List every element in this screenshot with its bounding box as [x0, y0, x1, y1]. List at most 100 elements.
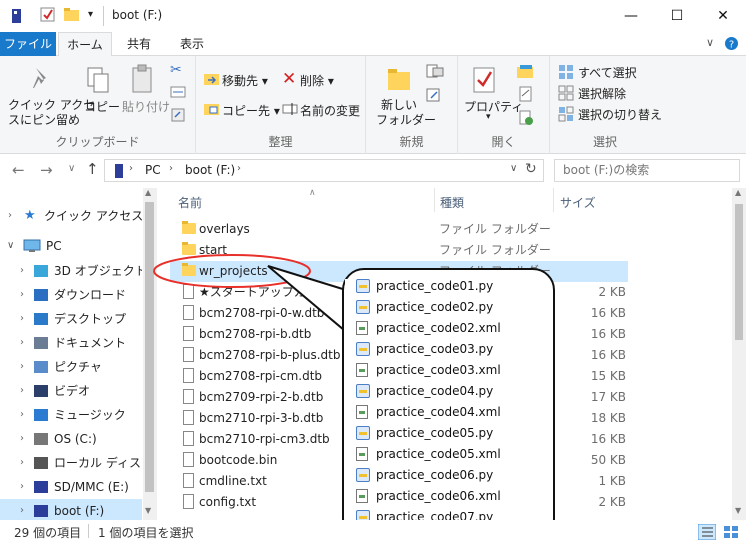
new-folder-button[interactable]: 新しい フォルダー [376, 98, 436, 128]
nav-item[interactable]: › ピクチャ [0, 355, 142, 379]
copy-button[interactable]: コピー [84, 98, 120, 115]
collapse-chevron-icon[interactable]: ∨ [7, 234, 14, 258]
expand-chevron-icon[interactable]: › [20, 475, 24, 499]
nav-item[interactable]: › 3D オブジェクト [0, 259, 142, 283]
cut-icon[interactable]: ✂ [170, 62, 182, 78]
easy-access-icon[interactable] [426, 88, 444, 102]
tab-share[interactable]: 共有 [114, 32, 164, 56]
move-to-icon[interactable] [204, 72, 220, 86]
address-box[interactable]: › PC › boot (F:) › ∨ ↻ [104, 159, 544, 182]
nav-quick-access[interactable]: › ★ クイック アクセス [0, 204, 142, 228]
expand-chevron-icon[interactable]: › [20, 403, 24, 427]
expand-chevron-icon[interactable]: › [20, 283, 24, 307]
nav-item-label: デスクトップ [54, 312, 127, 326]
delete-button[interactable]: 削除 ▾ [300, 72, 334, 89]
nav-item[interactable]: › OS (C:) [0, 427, 142, 451]
properties-button[interactable]: プロパティ [464, 98, 523, 115]
properties-quick-icon[interactable] [40, 7, 56, 23]
paste-icon[interactable] [130, 64, 156, 94]
quick-access-toolbar-dropdown-icon[interactable]: ▾ [88, 9, 93, 20]
new-item-icon[interactable] [426, 64, 446, 78]
paste-shortcut-icon[interactable] [171, 108, 185, 122]
nav-scrollbar[interactable]: ▲ ▼ [143, 188, 156, 520]
edit-icon[interactable] [518, 86, 534, 102]
delete-icon[interactable]: ✕ [282, 69, 296, 89]
new-folder-icon[interactable] [386, 66, 414, 94]
up-arrow-icon[interactable]: ↑ [86, 160, 99, 178]
python-file-icon [356, 300, 370, 314]
expand-chevron-icon[interactable]: › [20, 259, 24, 283]
paste-button[interactable]: 貼り付け [122, 98, 170, 115]
properties-dropdown-icon[interactable]: ▾ [486, 112, 491, 122]
address-dropdown-icon[interactable]: ∨ [510, 163, 517, 174]
maximize-button[interactable]: ☐ [654, 0, 700, 32]
collapse-ribbon-icon[interactable]: ∨ [706, 36, 714, 49]
breadcrumb-drive[interactable]: boot (F:) [185, 163, 235, 177]
back-arrow-icon[interactable]: ← [12, 161, 25, 179]
nav-item[interactable]: › デスクトップ [0, 307, 142, 331]
expand-chevron-icon[interactable]: › [20, 451, 24, 475]
rename-button[interactable]: 名前の変更 [300, 102, 360, 119]
nav-item[interactable]: › ローカル ディスク (D [0, 451, 142, 475]
recent-locations-dropdown-icon[interactable]: ∨ [68, 163, 75, 174]
file-row[interactable]: overlays ファイル フォルダー [170, 219, 628, 240]
scroll-up-icon[interactable]: ▲ [735, 188, 741, 197]
sort-indicator-icon: ∧ [309, 188, 316, 198]
forward-arrow-icon[interactable]: → [40, 161, 53, 179]
expand-chevron-icon[interactable]: › [20, 331, 24, 355]
pin-icon[interactable] [30, 66, 52, 92]
nav-item[interactable]: › ミュージック [0, 403, 142, 427]
tab-view[interactable]: 表示 [166, 32, 218, 56]
expand-chevron-icon[interactable]: › [8, 204, 12, 228]
nav-item[interactable]: › SD/MMC (E:) [0, 475, 142, 499]
expand-chevron-icon[interactable]: › [20, 355, 24, 379]
move-to-button[interactable]: 移動先 ▾ [222, 72, 268, 89]
expand-chevron-icon[interactable]: › [20, 379, 24, 403]
nav-item[interactable]: › ビデオ [0, 379, 142, 403]
pin-to-quick-access-button[interactable]: クイック アクセ スにピン留め [8, 98, 95, 128]
properties-icon[interactable] [472, 66, 498, 96]
nav-item[interactable]: › ダウンロード [0, 283, 142, 307]
refresh-icon[interactable]: ↻ [525, 161, 537, 177]
column-divider[interactable] [434, 188, 435, 212]
scroll-up-icon[interactable]: ▲ [145, 188, 151, 197]
column-divider[interactable] [553, 188, 554, 212]
help-icon[interactable]: ? [724, 36, 739, 51]
column-header-type[interactable]: 種類 [440, 194, 464, 211]
copy-to-icon[interactable] [204, 102, 220, 116]
downloads-icon [34, 289, 48, 301]
pane-divider[interactable] [156, 188, 157, 520]
column-header-name[interactable]: 名前 [178, 194, 202, 211]
select-all-button[interactable]: すべて選択 [578, 64, 637, 81]
breadcrumb-pc[interactable]: PC [145, 163, 161, 177]
select-none-icon[interactable] [558, 85, 574, 101]
select-all-icon[interactable] [558, 64, 574, 80]
open-icon[interactable] [516, 64, 536, 80]
details-view-icon[interactable] [698, 524, 716, 540]
history-icon[interactable] [518, 110, 534, 126]
copy-icon[interactable] [86, 66, 110, 94]
tab-file[interactable]: ファイル [0, 32, 56, 56]
scroll-down-icon[interactable]: ▼ [735, 506, 741, 515]
select-none-button[interactable]: 選択解除 [578, 85, 626, 102]
copy-path-icon[interactable] [170, 86, 186, 98]
nav-item[interactable]: › ドキュメント [0, 331, 142, 355]
file-list-scrollbar[interactable]: ▲ ▼ [732, 188, 746, 520]
tab-home[interactable]: ホーム [58, 32, 112, 57]
nav-scrollbar-thumb[interactable] [145, 202, 154, 492]
large-icons-view-icon[interactable] [722, 524, 740, 540]
column-header-size[interactable]: サイズ [560, 194, 596, 211]
copy-to-button[interactable]: コピー先 ▾ [222, 102, 280, 119]
scroll-down-icon[interactable]: ▼ [145, 506, 151, 515]
new-folder-quick-icon[interactable] [64, 8, 80, 22]
search-input[interactable]: boot (F:)の検索 [554, 159, 740, 182]
minimize-button[interactable]: — [608, 0, 654, 32]
rename-icon[interactable] [282, 103, 298, 115]
close-button[interactable]: ✕ [700, 0, 746, 32]
invert-selection-button[interactable]: 選択の切り替え [578, 106, 662, 123]
invert-selection-icon[interactable] [558, 106, 574, 122]
expand-chevron-icon[interactable]: › [20, 307, 24, 331]
expand-chevron-icon[interactable]: › [20, 427, 24, 451]
file-list-scrollbar-thumb[interactable] [735, 204, 743, 340]
nav-pc[interactable]: ∨ PC [0, 234, 142, 258]
